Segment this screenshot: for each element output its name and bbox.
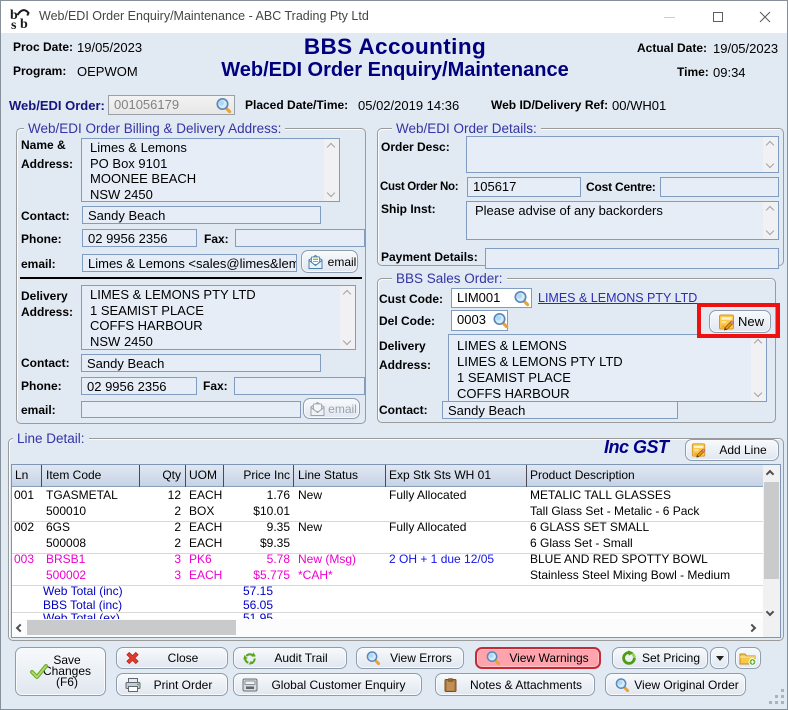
- svg-text:b: b: [20, 17, 28, 30]
- svg-text:s: s: [11, 18, 17, 30]
